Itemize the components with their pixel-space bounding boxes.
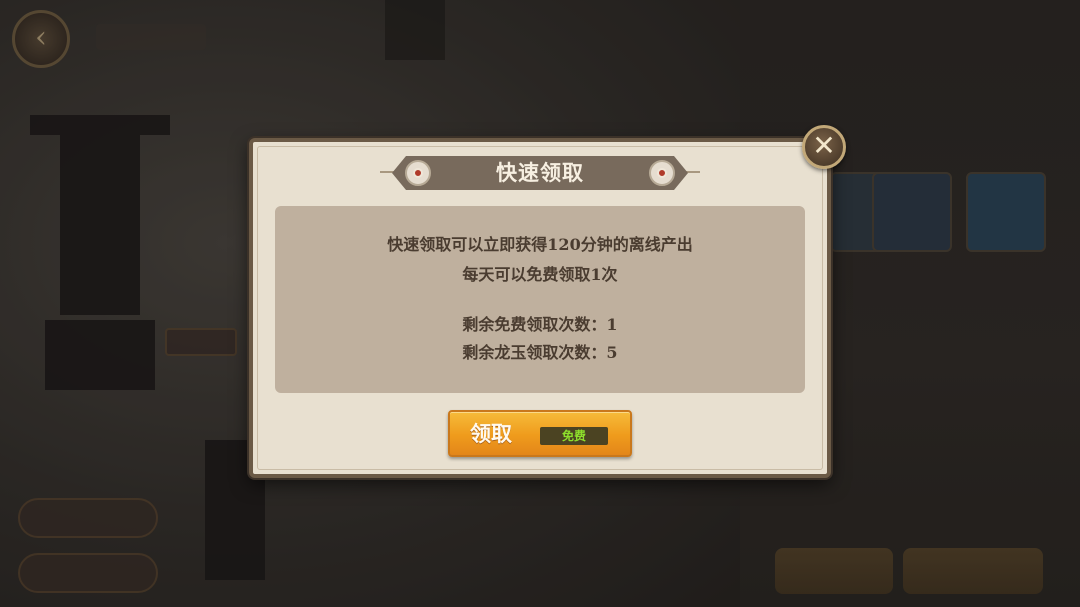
- claim-button-label: 领取: [470, 421, 512, 446]
- banner-ornament-right: [686, 171, 700, 173]
- close-button[interactable]: ✕: [802, 125, 846, 169]
- remaining-free-count: 剩余免费领取次数：1: [462, 315, 618, 334]
- dialog-title: 快速领取: [496, 160, 584, 185]
- remaining-jade-count: 剩余龙玉领取次数：5: [462, 343, 618, 362]
- free-badge: 免费: [540, 427, 608, 445]
- description-line-1: 快速领取可以立即获得120分钟的离线产出: [387, 235, 693, 254]
- description-line-2: 每天可以免费领取1次: [462, 265, 618, 284]
- claim-button[interactable]: 领取 免费: [448, 410, 632, 457]
- close-icon: ✕: [812, 129, 836, 162]
